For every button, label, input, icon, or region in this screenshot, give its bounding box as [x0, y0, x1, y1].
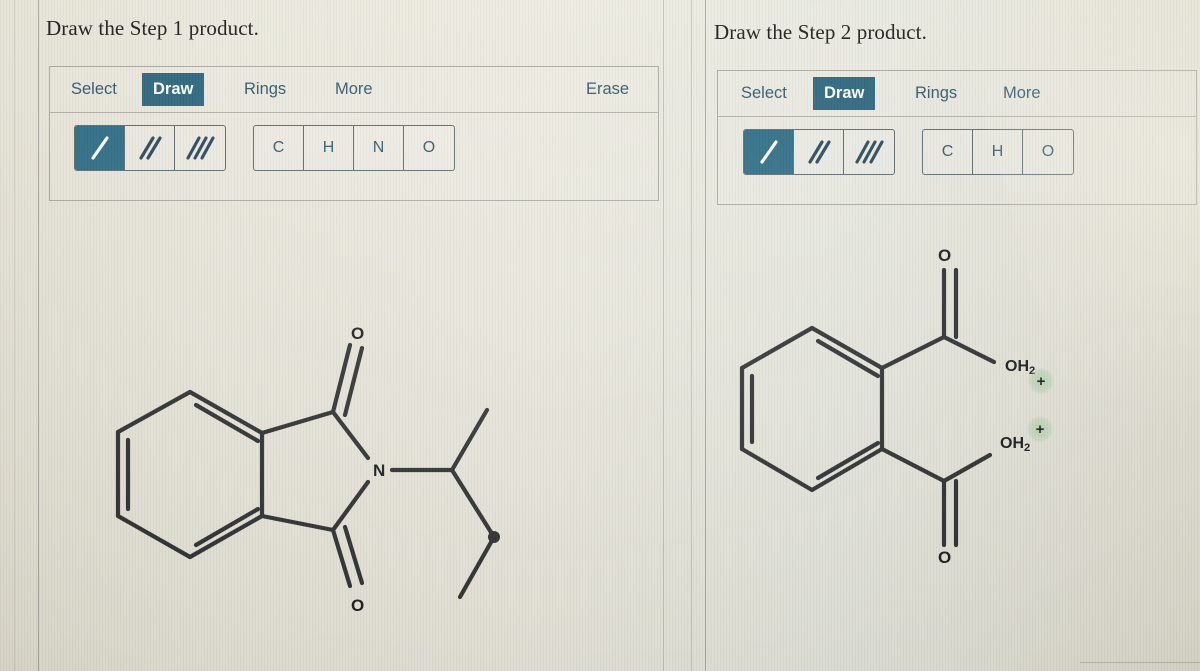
charge-badge-lower-step2: +	[1027, 416, 1053, 442]
atom-label-n-step1: N	[373, 461, 386, 480]
atom-label-o-bottom-step2: O	[938, 548, 952, 567]
atom-label-oh2-upper-text: OH	[1005, 358, 1029, 375]
molecule-canvas-step2[interactable]	[0, 0, 1200, 671]
charge-badge-upper-step2: +	[1028, 368, 1054, 394]
dioxocarbenium-bonds	[739, 267, 997, 548]
atom-label-o-top-step1: O	[351, 324, 365, 343]
atom-label-oh2-lower-step2: OH2	[1000, 435, 1030, 454]
atom-label-oh2-lower-text: OH	[1000, 435, 1024, 452]
screenshot-root: Draw the Step 1 product. Select Draw Rin…	[0, 0, 1200, 671]
atom-label-o-bottom-step1: O	[351, 596, 365, 615]
atom-label-o-top-step2: O	[938, 246, 952, 265]
atom-label-oh2-lower-subscript: 2	[1024, 442, 1031, 455]
